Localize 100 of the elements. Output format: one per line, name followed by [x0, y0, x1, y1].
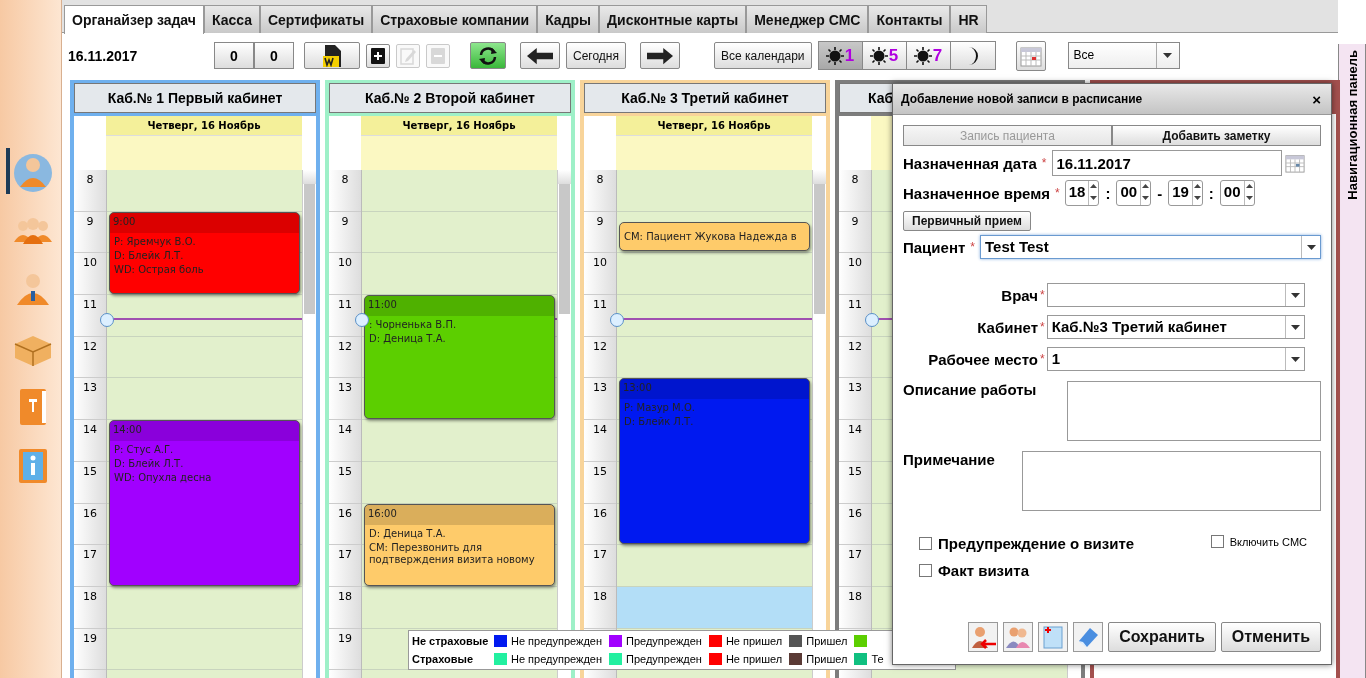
room-header: Каб.№ 2 Второй кабинет — [329, 83, 571, 113]
room-header: Каб.№ 1 Первый кабинет — [74, 83, 316, 113]
minus-icon — [430, 46, 446, 65]
refresh-icon — [477, 45, 499, 66]
spinner-arrows-icon — [1192, 181, 1202, 203]
date-field[interactable]: 16.11.2017 — [1051, 150, 1282, 176]
remark-field[interactable] — [1022, 451, 1321, 511]
view-button[interactable]: 7 — [906, 42, 951, 69]
tab[interactable]: Контакты — [868, 5, 951, 33]
edit-icon — [400, 46, 416, 65]
navigation-panel-tab[interactable]: Навигационная панель — [1338, 44, 1366, 678]
legend-label: Не пришел — [725, 635, 783, 647]
checkbox[interactable] — [1210, 535, 1224, 548]
appointment-detail: P: Стус А.Г. — [113, 443, 175, 458]
eraser-button[interactable] — [1073, 622, 1104, 652]
schedule-grid[interactable]: 9:00 P: Яремчук В.О. D: Блейк Л.Т. WD: Острая боль 14:00 P: Стус А.Г. D: Блейк Л.Т. WD: Опухла десна — [106, 170, 302, 678]
dropdown-field[interactable]: Каб.№3 Третий кабинет — [1046, 315, 1305, 339]
time-spinner[interactable]: 19 — [1168, 180, 1203, 206]
appointment-card[interactable]: 16:00 D: Деница Т.А. СМ: Перезвонить для подтверждения визита новому — [364, 503, 555, 586]
dropdown-arrow-icon — [1290, 292, 1300, 298]
field-label: Врач — [1000, 286, 1038, 304]
required-mark: * — [1055, 186, 1060, 200]
dropdown-field[interactable]: 1 — [1046, 347, 1305, 371]
save-button[interactable]: Сохранить — [1108, 622, 1216, 652]
appointment-detail: D: Деница Т.А. — [368, 526, 447, 541]
note-card[interactable]: СМ: Пациент Жукова Надежда в — [619, 221, 810, 252]
appointment-card[interactable]: 9:00 P: Яремчук В.О. D: Блейк Л.Т. WD: Острая боль — [109, 211, 300, 295]
tab[interactable]: Менеджер СМС — [746, 5, 869, 33]
next-button[interactable] — [640, 42, 680, 69]
appointment-detail: СМ: Перезвонить для подтверждения визита новому — [368, 540, 536, 567]
counter-button[interactable]: 0 — [214, 42, 254, 69]
scrollbar[interactable] — [302, 170, 316, 678]
required-mark: * — [1041, 156, 1047, 170]
day-header: Четверг, 16 Ноябрь — [616, 116, 812, 136]
checkbox[interactable] — [919, 564, 932, 577]
field-label: Кабинет — [976, 318, 1038, 336]
time-spinner[interactable]: 00 — [1116, 180, 1152, 206]
tab[interactable]: Касса — [203, 5, 260, 33]
time-spinner[interactable]: 18 — [1064, 180, 1100, 206]
tab[interactable]: HR — [950, 5, 987, 33]
right-arrow-icon — [647, 45, 673, 66]
all-calendars-button[interactable]: Все календари — [714, 42, 812, 69]
legend-title: Не страховые — [412, 635, 490, 647]
tab[interactable]: Кадры — [537, 5, 600, 33]
close-button[interactable]: × — [1310, 90, 1323, 108]
patient-dropdown[interactable]: Test Test — [980, 235, 1321, 259]
checkbox-label: Включить СМС — [1229, 535, 1307, 548]
new-document-button[interactable] — [1038, 622, 1069, 652]
today-button[interactable]: Сегодня — [566, 42, 626, 69]
spinner-arrows-icon — [1089, 181, 1099, 203]
first-visit-button[interactable]: Первичный прием — [903, 211, 1031, 231]
current-date: 16.11.2017 — [68, 47, 139, 64]
cancel-button[interactable]: Отменить — [1220, 622, 1321, 652]
field-label: Описание работы — [903, 381, 1037, 400]
required-mark: * — [1040, 288, 1045, 302]
note-text: СМ: Пациент Жукова Надежда в — [623, 229, 798, 244]
appointment-time: 9:00 — [110, 212, 299, 233]
view-button[interactable] — [950, 42, 995, 69]
time-separator: - — [1156, 184, 1164, 202]
tab[interactable]: Страховые компании — [372, 5, 538, 33]
appointment-detail: WD: Острая боль — [113, 262, 205, 277]
tab[interactable]: Сертификаты — [259, 5, 373, 33]
document-icon — [323, 44, 341, 67]
dropdown-field[interactable] — [1046, 283, 1305, 307]
legend-title: Страховые — [412, 653, 474, 665]
day-header: Четверг, 16 Ноябрь — [106, 116, 302, 136]
tab[interactable]: Органайзер задач — [64, 5, 204, 34]
left-arrow-icon — [527, 45, 553, 66]
tab[interactable]: Дисконтные карты — [599, 5, 747, 33]
time-separator: : — [1207, 184, 1215, 202]
sun-icon — [869, 46, 888, 65]
required-mark: * — [970, 240, 975, 254]
checkbox[interactable] — [919, 537, 932, 550]
appointment-detail: D: Блейк Л.Т. — [113, 248, 185, 263]
field-label: Назначенная дата — [903, 154, 1037, 172]
legend-label: Предупрежден — [626, 653, 702, 665]
patient-remove-button[interactable] — [968, 622, 999, 652]
time-spinner[interactable]: 00 — [1219, 180, 1255, 206]
field-label: Примечание — [903, 451, 995, 470]
appointment-card[interactable]: 11:00 : Чорненька В.П. D: Деница Т.А. — [364, 295, 555, 420]
view-button[interactable]: 5 — [862, 42, 907, 69]
required-mark: * — [1040, 352, 1045, 366]
calendar-icon[interactable] — [1284, 153, 1305, 173]
dropdown-arrow-icon — [1163, 53, 1173, 58]
previous-button[interactable] — [520, 42, 560, 69]
description-field[interactable] — [1067, 381, 1321, 441]
checkbox-label: Предупреждение о визите — [938, 535, 1135, 552]
spinner-arrows-icon — [1244, 181, 1254, 203]
refresh-button[interactable] — [470, 42, 506, 69]
filter-dropdown[interactable]: Все — [1067, 42, 1180, 69]
room-header: Каб.№ 3 Третий кабинет — [584, 83, 826, 113]
calendar-button[interactable] — [1015, 40, 1046, 71]
document-button[interactable] — [304, 42, 360, 69]
appointment-detail: D: Блейк Л.Т. — [623, 415, 695, 430]
counter-button[interactable]: 0 — [254, 42, 294, 69]
field-label: Пациент — [903, 238, 966, 256]
add-button[interactable] — [366, 43, 390, 68]
appointment-detail: : Чорненька В.П. — [368, 318, 458, 333]
patients-button[interactable] — [1003, 622, 1034, 652]
dialog-tab[interactable]: Добавить заметку — [1112, 125, 1321, 146]
